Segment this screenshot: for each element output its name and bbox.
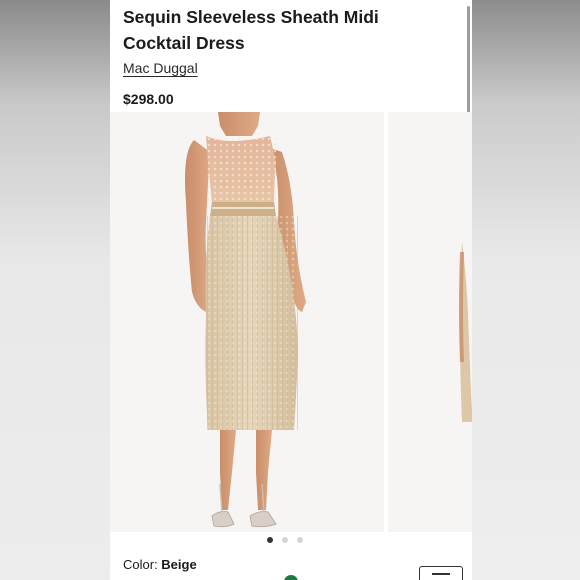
green-circle-icon[interactable] [284, 575, 298, 580]
image-carousel[interactable] [110, 112, 472, 532]
carousel-dot-1[interactable] [267, 537, 273, 543]
hamburger-icon[interactable] [419, 566, 463, 580]
product-price: $298.00 [123, 91, 174, 107]
product-page: Sequin Sleeveless Sheath Midi Cocktail D… [110, 0, 472, 580]
brand-link[interactable]: Mac Duggal [123, 60, 198, 76]
product-title: Sequin Sleeveless Sheath Midi Cocktail D… [123, 4, 423, 56]
background-right [472, 0, 580, 580]
carousel-pagination [267, 537, 303, 543]
color-value: Beige [161, 557, 197, 572]
carousel-dot-2[interactable] [282, 537, 288, 543]
dress-image-partial [459, 242, 472, 422]
color-selector: Color: Beige [123, 557, 197, 572]
dress-image [185, 112, 306, 528]
product-title-line2: Cocktail Dress [123, 33, 245, 53]
product-title-line1: Sequin Sleeveless Sheath Midi [123, 7, 379, 27]
carousel-dot-3[interactable] [297, 537, 303, 543]
color-label: Color: [123, 557, 162, 572]
product-image-main[interactable] [110, 112, 384, 532]
product-image-next[interactable] [388, 112, 472, 532]
background-left [0, 0, 110, 580]
